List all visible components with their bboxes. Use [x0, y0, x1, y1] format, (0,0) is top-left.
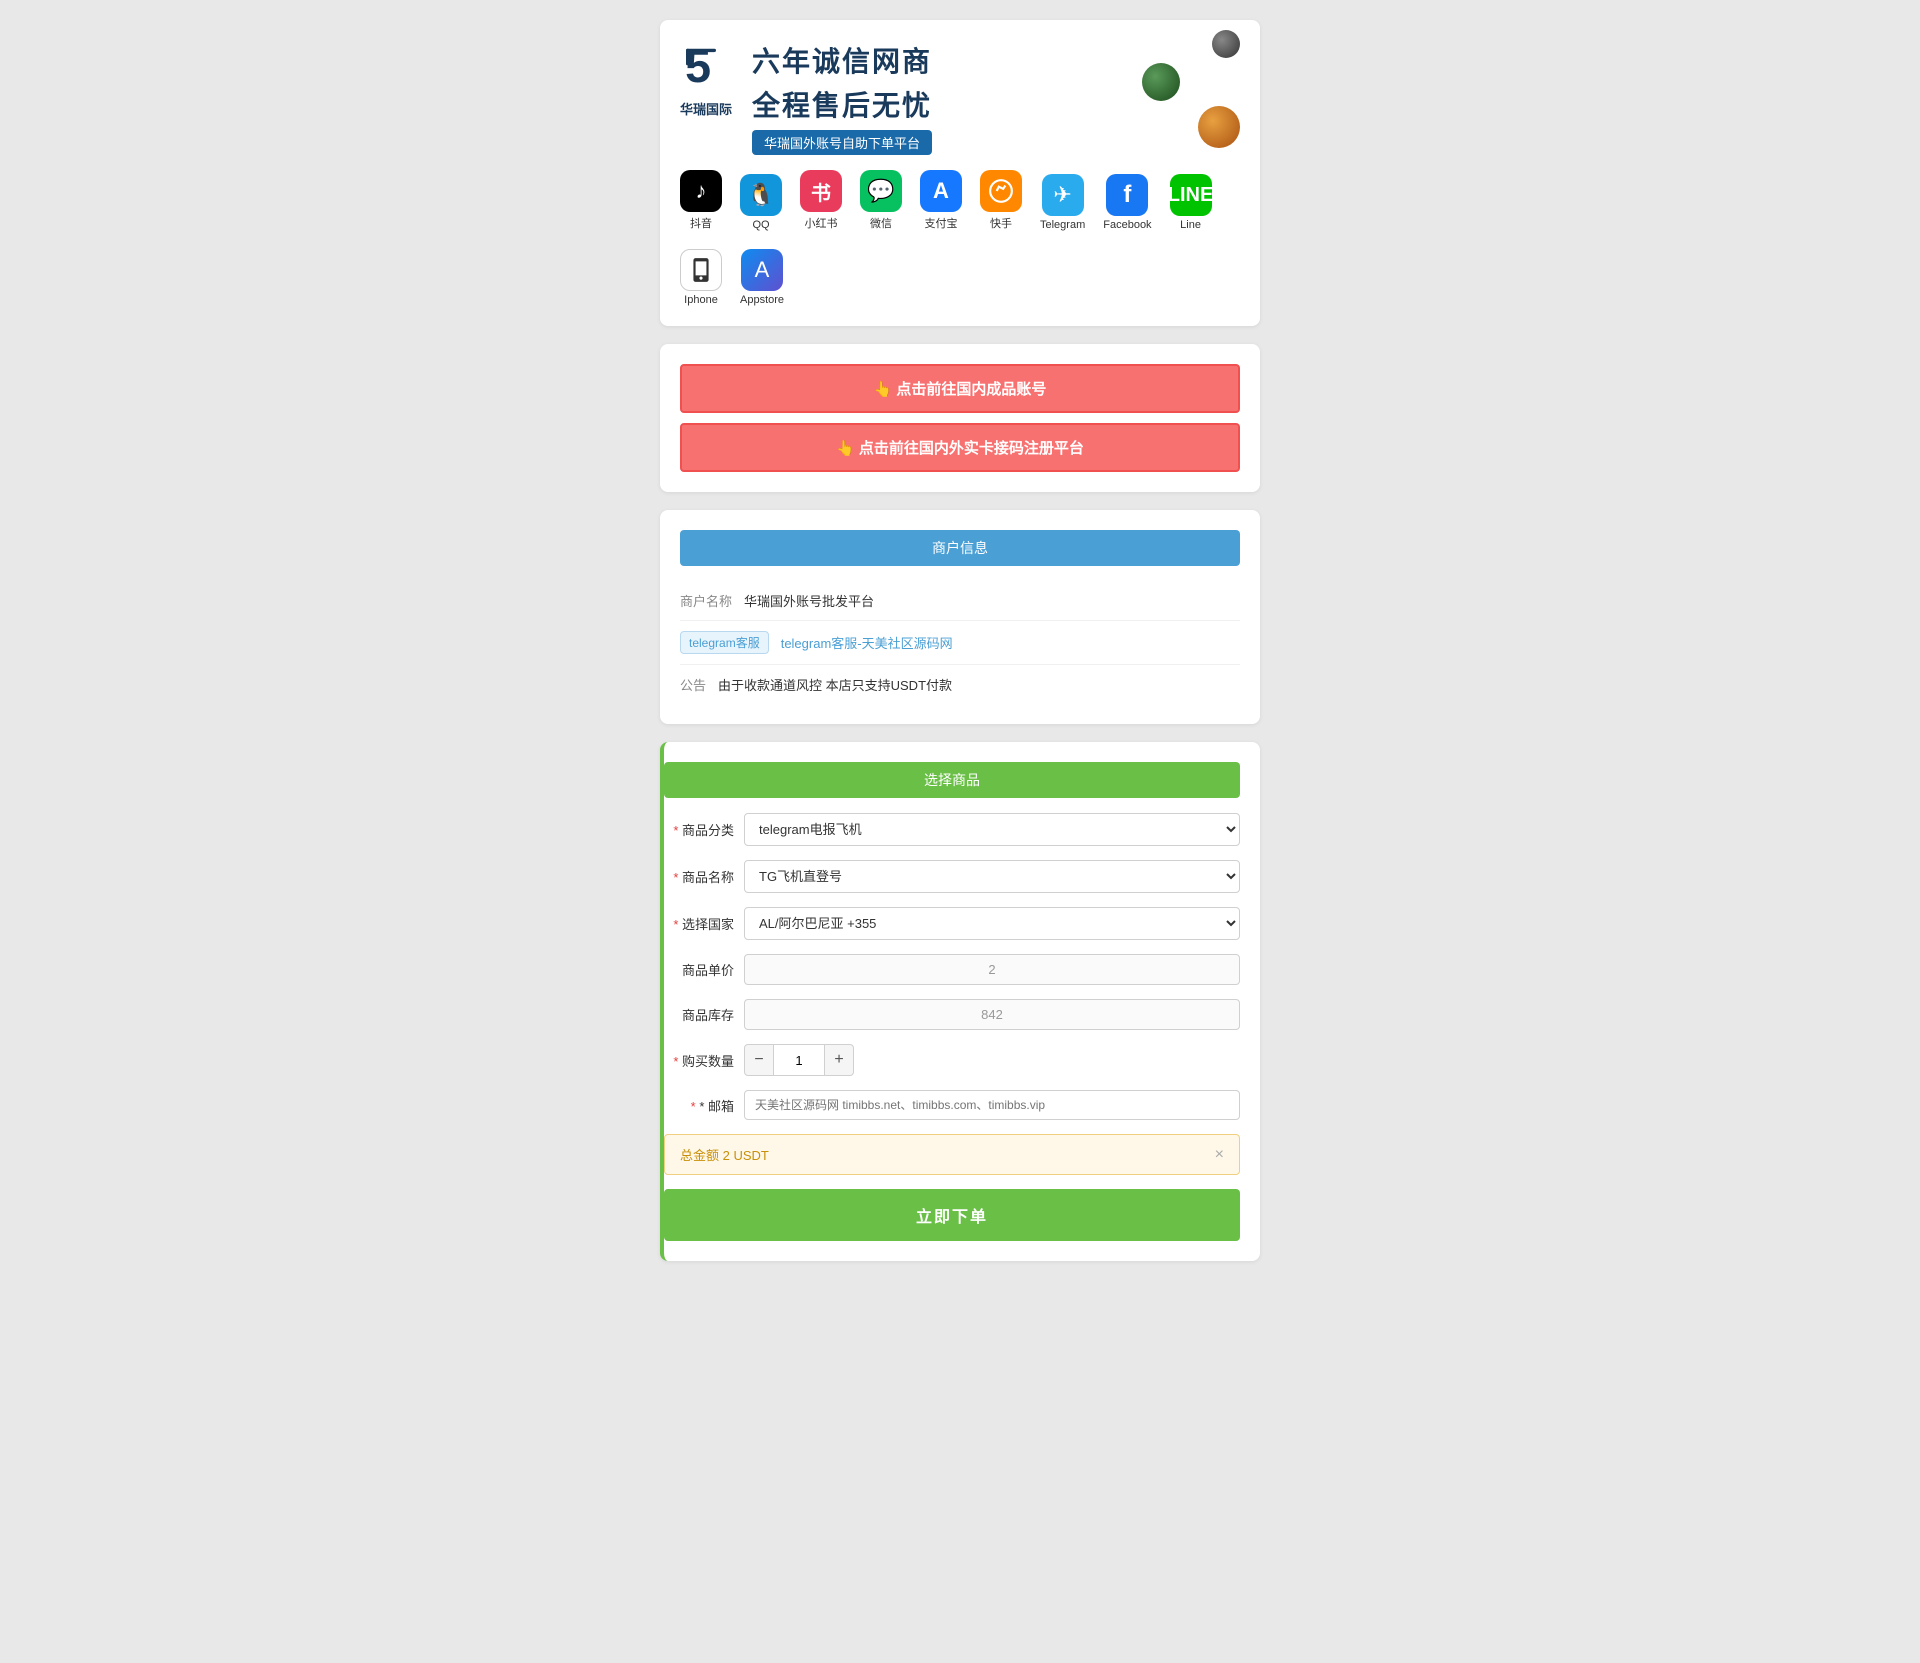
email-row: * 邮箱	[664, 1090, 1240, 1120]
category-select[interactable]: telegram电报飞机 微信账号 Facebook账号	[744, 813, 1240, 846]
app-icon-item: 🐧 QQ	[740, 174, 782, 231]
merchant-name-label: 商户名称	[680, 591, 732, 610]
notice-value: 由于收款通道风控 本店只支持USDT付款	[718, 675, 952, 694]
email-input[interactable]	[744, 1090, 1240, 1120]
unit-price-input	[744, 954, 1240, 985]
country-row: 选择国家 AL/阿尔巴尼亚 +355 CN/中国 +86 US/美国 +1	[664, 907, 1240, 940]
tagline-line2: 全程售后无忧	[752, 84, 932, 124]
planet-dark	[1212, 30, 1240, 58]
product-name-label: 商品名称	[664, 867, 734, 886]
app-icon-label: 微信	[870, 215, 892, 231]
merchant-name-value: 华瑞国外账号批发平台	[744, 591, 874, 610]
email-label: * 邮箱	[664, 1096, 734, 1115]
stock-label: 商品库存	[664, 1005, 734, 1024]
merchant-section: 商户信息 商户名称 华瑞国外账号批发平台 telegram客服 telegram…	[660, 510, 1260, 724]
qty-input[interactable]	[774, 1044, 824, 1076]
tagline-line1: 六年诚信网商	[752, 40, 932, 80]
alipay-icon[interactable]: A	[920, 170, 962, 212]
stock-row: 商品库存	[664, 999, 1240, 1030]
app-icon-item: A 支付宝	[920, 170, 962, 231]
stock-input	[744, 999, 1240, 1030]
product-name-row: 商品名称 TG飞机直登号 TG成品账号 TG老号	[664, 860, 1240, 893]
app-icon-item: ✈ Telegram	[1040, 174, 1085, 231]
line-icon[interactable]: LINE	[1170, 174, 1212, 216]
qty-row: 购买数量 − +	[664, 1044, 1240, 1076]
app-icon-item: ♪ 抖音	[680, 170, 722, 231]
app-icon-label: Iphone	[684, 294, 718, 306]
banner-tagline: 六年诚信网商 全程售后无忧 华瑞国外账号自助下单平台	[752, 40, 932, 155]
brand-logo: 5 华瑞国际	[680, 40, 732, 118]
qty-increase-button[interactable]: +	[824, 1044, 854, 1076]
total-amount: 总金额 2 USDT	[680, 1145, 769, 1164]
platform-badge: 华瑞国外账号自助下单平台	[752, 130, 932, 155]
unit-price-row: 商品单价	[664, 954, 1240, 985]
app-icon-label: Line	[1180, 219, 1201, 231]
app-icon-label: 支付宝	[925, 215, 958, 231]
wechat-icon[interactable]: 💬	[860, 170, 902, 212]
foreign-registration-button[interactable]: 👆 点击前往国内外实卡接码注册平台	[680, 423, 1240, 472]
merchant-section-title: 商户信息	[680, 530, 1240, 566]
app-icon-item: 书小红书	[800, 170, 842, 231]
appstore-icon[interactable]: A	[741, 249, 783, 291]
country-label: 选择国家	[664, 914, 734, 933]
contact-label: telegram客服	[680, 631, 769, 654]
product-section-title: 选择商品	[664, 762, 1240, 798]
category-label: 商品分类	[664, 820, 734, 839]
total-close-button[interactable]: ×	[1215, 1146, 1224, 1164]
app-icons-row: ♪ 抖音 🐧 QQ 书小红书 💬 微信 A 支付宝 快手 ✈ Telegram f Facebook LIN…	[680, 170, 1240, 306]
app-icon-label: 抖音	[690, 215, 712, 231]
app-icon-label: Appstore	[740, 294, 784, 306]
promo-section: 👆 点击前往国内成品账号 👆 点击前往国内外实卡接码注册平台	[660, 344, 1260, 492]
app-icon-label: 快手	[990, 215, 1012, 231]
app-icon-label: Facebook	[1103, 219, 1151, 231]
category-row: 商品分类 telegram电报飞机 微信账号 Facebook账号	[664, 813, 1240, 846]
unit-price-label: 商品单价	[664, 960, 734, 979]
logo-svg: 5	[681, 40, 731, 95]
product-name-select[interactable]: TG飞机直登号 TG成品账号 TG老号	[744, 860, 1240, 893]
app-icon-label: QQ	[752, 219, 769, 231]
qty-decrease-button[interactable]: −	[744, 1044, 774, 1076]
app-icon-item: A Appstore	[740, 249, 784, 306]
app-icon-label: Telegram	[1040, 219, 1085, 231]
banner-section: 5 华瑞国际 六年诚信网商 全程售后无忧 华瑞国外账号自助下单平台	[660, 20, 1260, 326]
app-icon-item: 💬 微信	[860, 170, 902, 231]
planet-orange	[1198, 106, 1240, 148]
kuaishou-icon[interactable]	[980, 170, 1022, 212]
xiaohongshu-icon[interactable]: 书	[800, 170, 842, 212]
merchant-notice-row: 公告 由于收款通道风控 本店只支持USDT付款	[680, 665, 1240, 704]
qty-label: 购买数量	[664, 1051, 734, 1070]
svg-text:5: 5	[685, 40, 711, 92]
page-wrapper: 5 华瑞国际 六年诚信网商 全程售后无忧 华瑞国外账号自助下单平台	[660, 20, 1260, 1623]
apple-icon[interactable]	[680, 249, 722, 291]
product-section: 选择商品 商品分类 telegram电报飞机 微信账号 Facebook账号 商…	[660, 742, 1260, 1261]
banner-decorations	[1142, 30, 1240, 148]
submit-order-button[interactable]: 立即下单	[664, 1189, 1240, 1241]
total-bar: 总金额 2 USDT ×	[664, 1134, 1240, 1175]
qty-control: − +	[744, 1044, 854, 1076]
qq-icon[interactable]: 🐧	[740, 174, 782, 216]
tiktok-icon[interactable]: ♪	[680, 170, 722, 212]
domestic-account-button[interactable]: 👆 点击前往国内成品账号	[680, 364, 1240, 413]
app-icon-item: Iphone	[680, 249, 722, 306]
telegram-icon[interactable]: ✈	[1042, 174, 1084, 216]
app-icon-label: 小红书	[805, 215, 838, 231]
facebook-icon[interactable]: f	[1106, 174, 1148, 216]
planet-green	[1142, 63, 1180, 101]
app-icon-item: 快手	[980, 170, 1022, 231]
contact-value[interactable]: telegram客服-天美社区源码网	[781, 633, 953, 652]
banner-top: 5 华瑞国际 六年诚信网商 全程售后无忧 华瑞国外账号自助下单平台	[680, 40, 932, 155]
merchant-name-row: 商户名称 华瑞国外账号批发平台	[680, 581, 1240, 621]
app-icon-item: LINE Line	[1170, 174, 1212, 231]
notice-label: 公告	[680, 675, 706, 694]
app-icon-item: f Facebook	[1103, 174, 1151, 231]
merchant-contact-row: telegram客服 telegram客服-天美社区源码网	[680, 621, 1240, 665]
brand-name: 华瑞国际	[680, 99, 732, 118]
country-select[interactable]: AL/阿尔巴尼亚 +355 CN/中国 +86 US/美国 +1	[744, 907, 1240, 940]
